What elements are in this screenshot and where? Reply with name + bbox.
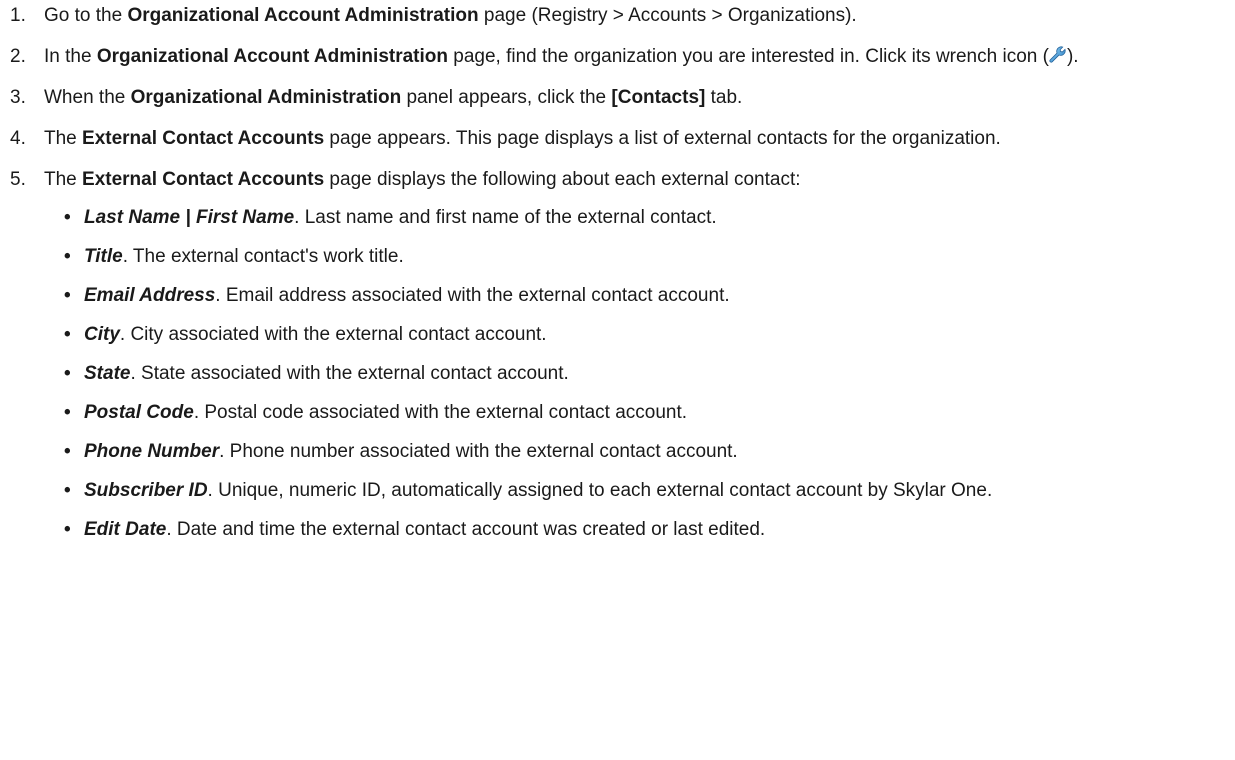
field-description: . Phone number associated with the exter… [219, 441, 738, 462]
document-page: 1. Go to the Organizational Account Admi… [0, 0, 1235, 760]
list-item: • Postal Code. Postal code associated wit… [44, 399, 1235, 426]
field-description: . Date and time the external contact acc… [166, 519, 766, 540]
step-3: 3. When the Organizational Administratio… [0, 84, 1235, 111]
bullet-icon: • [64, 519, 71, 540]
step-2: 2. In the Organizational Account Adminis… [0, 43, 1235, 70]
bullet-icon: • [64, 363, 71, 384]
procedure-steps: 1. Go to the Organizational Account Admi… [0, 2, 1235, 543]
field-description: . City associated with the external cont… [119, 324, 547, 345]
field-term: Email Address [84, 285, 216, 306]
page-name: External Contact Accounts [82, 169, 325, 190]
field-list: • Last Name | First Name. Last name and f… [44, 204, 1235, 543]
field-term: State [84, 363, 131, 384]
field-term: Phone Number [84, 441, 220, 462]
list-item: • Edit Date. Date and time the external c… [44, 516, 1235, 543]
page-name: External Contact Accounts [82, 128, 325, 149]
bullet-icon: • [64, 324, 71, 345]
field-description: . Unique, numeric ID, automatically assi… [207, 480, 993, 501]
bullet-icon: • [64, 207, 71, 228]
tab-name: [Contacts] [611, 87, 706, 108]
panel-name: Organizational Administration [130, 87, 402, 108]
field-term: Last Name | First Name [84, 207, 295, 228]
page-name: Organizational Account Administration [127, 5, 479, 26]
field-term: Edit Date [84, 519, 167, 540]
wrench-icon [1049, 46, 1066, 63]
field-term: City [84, 324, 120, 345]
field-description: . Last name and first name of the extern… [294, 207, 717, 228]
list-item: • Phone Number. Phone number associated w… [44, 438, 1235, 465]
field-term: Title [84, 246, 123, 267]
bullet-icon: • [64, 246, 71, 267]
bullet-icon: • [64, 402, 71, 423]
page-name: Organizational Account Administration [96, 46, 448, 67]
field-term: Postal Code [84, 402, 194, 423]
step-5: 5. The External Contact Accounts page di… [0, 166, 1235, 543]
field-term: Subscriber ID [84, 480, 208, 501]
field-description: . The external contact's work title. [122, 246, 404, 267]
field-description: . Email address associated with the exte… [215, 285, 730, 306]
list-item: • City. City associated with the external… [44, 321, 1235, 348]
bullet-icon: • [64, 441, 71, 462]
bullet-icon: • [64, 480, 71, 501]
step-number: 5. [10, 169, 26, 190]
step-number: 4. [10, 128, 26, 149]
step-4: 4. The External Contact Accounts page ap… [0, 125, 1235, 152]
list-item: • Last Name | First Name. Last name and f… [44, 204, 1235, 231]
list-item: • Title. The external contact's work titl… [44, 243, 1235, 270]
field-description: . Postal code associated with the extern… [193, 402, 688, 423]
step-number: 1. [10, 5, 26, 26]
bullet-icon: • [64, 285, 71, 306]
field-description: . State associated with the external con… [130, 363, 569, 384]
list-item: • Subscriber ID. Unique, numeric ID, auto… [44, 477, 1235, 504]
step-number: 2. [10, 46, 26, 67]
list-item: • State. State associated with the extern… [44, 360, 1235, 387]
list-item: • Email Address. Email address associated… [44, 282, 1235, 309]
step-number: 3. [10, 87, 26, 108]
step-1: 1. Go to the Organizational Account Admi… [0, 2, 1235, 29]
